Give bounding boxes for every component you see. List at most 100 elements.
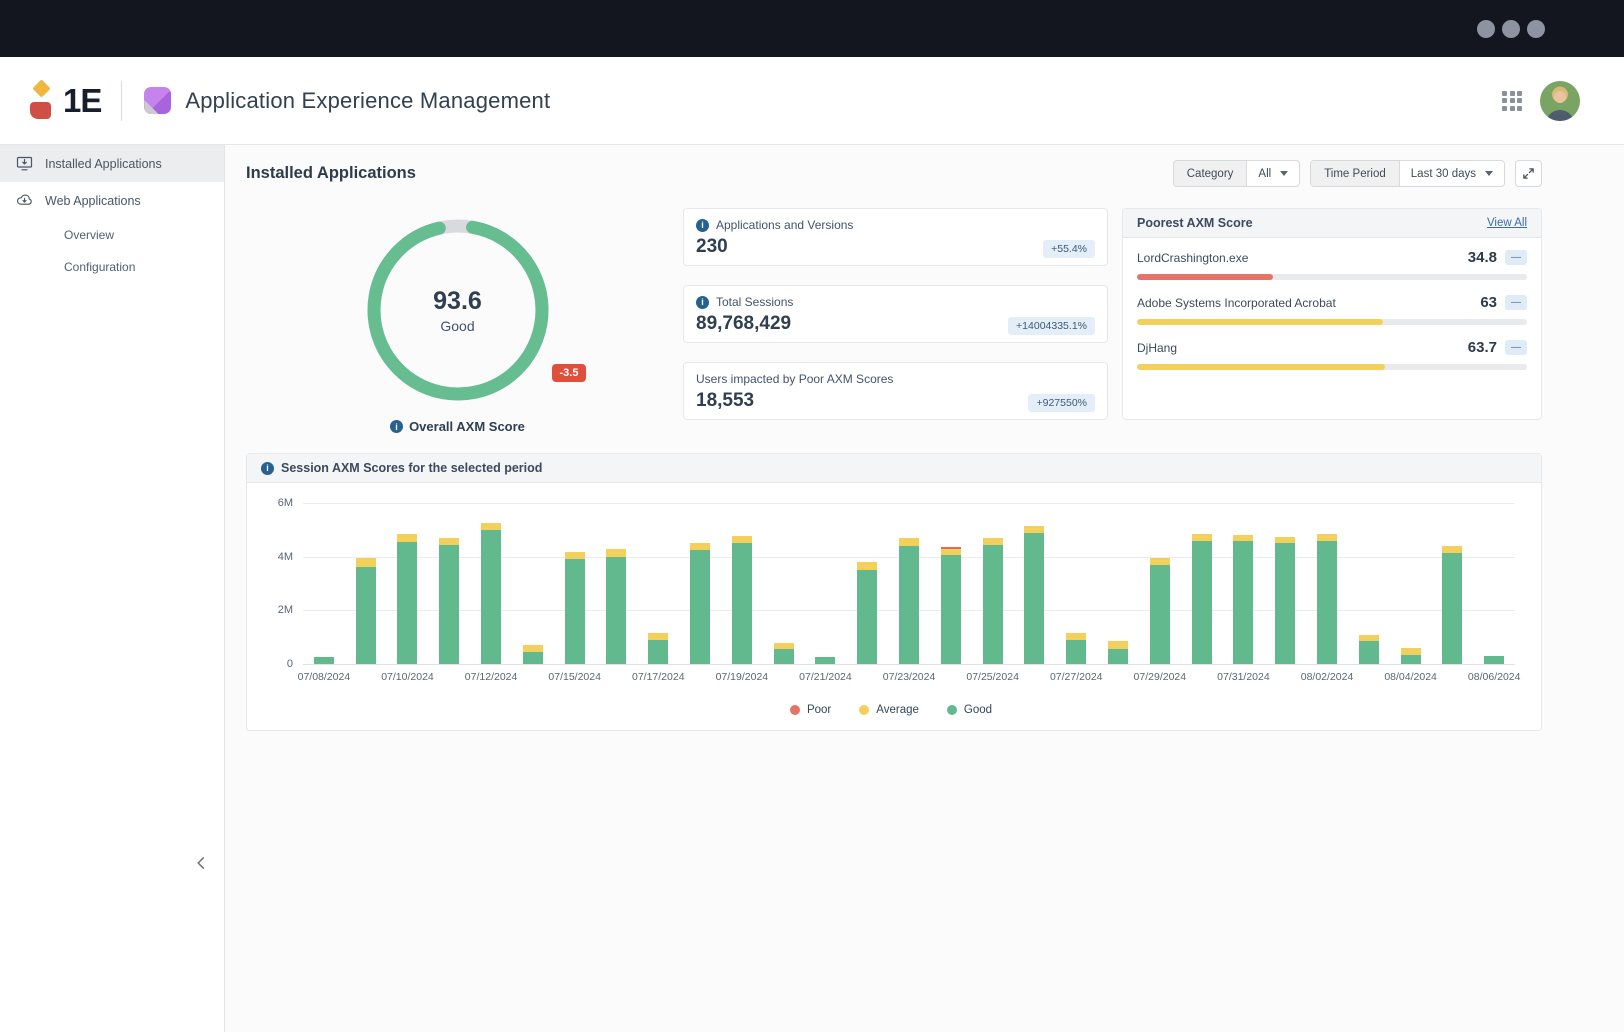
session-stacked-bar[interactable] — [1401, 648, 1421, 664]
axm-progress-fill — [1137, 274, 1273, 280]
legend-item-average[interactable]: Average — [859, 704, 919, 716]
x-axis-label: 07/17/2024 — [632, 671, 685, 683]
sidebar-collapse-button[interactable] — [192, 854, 210, 872]
bar-segment-good — [1192, 541, 1212, 664]
session-stacked-bar[interactable] — [857, 562, 877, 664]
axm-score: 63 — [1480, 294, 1497, 311]
1e-logo[interactable]: 1E — [30, 79, 101, 123]
info-icon[interactable]: i — [696, 296, 709, 309]
axm-app-name: LordCrashington.exe — [1137, 251, 1248, 265]
legend-item-poor[interactable]: Poor — [790, 704, 831, 716]
window-topbar — [0, 0, 1624, 57]
chart-bar-slot — [345, 503, 387, 664]
axm-row: LordCrashington.exe 34.8 — — [1123, 238, 1541, 283]
session-stacked-bar[interactable] — [606, 549, 626, 664]
session-stacked-bar[interactable] — [481, 523, 501, 664]
x-axis-label: 07/23/2024 — [883, 671, 936, 683]
session-stacked-bar[interactable] — [648, 633, 668, 664]
session-stacked-bar[interactable] — [732, 536, 752, 664]
bar-segment-average — [356, 558, 376, 567]
stat-delta-badge: +927550% — [1028, 394, 1095, 412]
stat-value: 89,768,429 — [696, 313, 791, 335]
view-all-link[interactable]: View All — [1487, 217, 1527, 229]
bar-segment-good — [732, 543, 752, 664]
bar-segment-good — [857, 570, 877, 664]
user-avatar[interactable] — [1540, 81, 1580, 121]
session-stacked-bar[interactable] — [1108, 641, 1128, 664]
stat-card-users-impacted: Users impacted by Poor AXM Scores 18,553… — [683, 362, 1108, 420]
bar-segment-average — [565, 552, 585, 559]
legend-item-good[interactable]: Good — [947, 704, 992, 716]
bar-segment-good — [941, 555, 961, 664]
session-axm-chart-card: i Session AXM Scores for the selected pe… — [246, 453, 1542, 731]
bar-segment-good — [690, 550, 710, 664]
session-stacked-bar[interactable] — [523, 645, 543, 664]
axm-app-icon — [144, 87, 171, 114]
sidebar-item-web-applications[interactable]: Web Applications — [0, 182, 224, 219]
x-axis-label: 08/04/2024 — [1384, 671, 1437, 683]
brand-area: 1E Application Experience Management — [30, 79, 550, 123]
session-stacked-bar[interactable] — [815, 657, 835, 665]
category-filter[interactable]: Category All — [1173, 160, 1300, 187]
session-stacked-bar[interactable] — [1024, 526, 1044, 664]
session-stacked-bar[interactable] — [565, 552, 585, 664]
sidebar-subitem-configuration[interactable]: Configuration — [0, 251, 224, 283]
x-axis-label: 07/19/2024 — [716, 671, 769, 683]
session-stacked-bar[interactable] — [314, 657, 334, 664]
session-stacked-bar[interactable] — [1275, 537, 1295, 664]
bar-segment-good — [1317, 541, 1337, 664]
session-stacked-bar[interactable] — [397, 534, 417, 664]
session-stacked-bar[interactable] — [1359, 635, 1379, 664]
monitor-download-icon — [16, 155, 33, 172]
bar-segment-average — [983, 538, 1003, 545]
session-stacked-bar[interactable] — [1150, 558, 1170, 664]
axm-row: Adobe Systems Incorporated Acrobat 63 — — [1123, 283, 1541, 328]
session-stacked-bar[interactable] — [1317, 534, 1337, 664]
bar-segment-average — [1024, 526, 1044, 533]
cloud-download-icon — [16, 192, 33, 209]
axm-row: DjHang 63.7 — — [1123, 328, 1541, 373]
chart-bar-slot: 08/02/2024 — [1306, 503, 1348, 664]
session-stacked-bar[interactable] — [1484, 656, 1504, 664]
chart-bar-slot — [763, 503, 805, 664]
legend-label: Poor — [807, 704, 831, 716]
chart-legend: Poor Average Good — [267, 704, 1515, 716]
session-stacked-bar[interactable] — [983, 538, 1003, 664]
time-period-filter[interactable]: Time Period Last 30 days — [1310, 160, 1505, 187]
session-stacked-bar[interactable] — [356, 558, 376, 664]
info-icon[interactable]: i — [390, 420, 403, 433]
window-dot-icon[interactable] — [1477, 20, 1495, 38]
sidebar-subitem-overview[interactable]: Overview — [0, 219, 224, 251]
chart-bar-slot: 07/19/2024 — [721, 503, 763, 664]
chart-bar-slot: 07/10/2024 — [387, 503, 429, 664]
session-stacked-bar[interactable] — [1233, 535, 1253, 664]
session-stacked-bar[interactable] — [690, 543, 710, 665]
logo-square-shape — [30, 102, 51, 119]
legend-dot-icon — [790, 705, 800, 715]
window-dot-icon[interactable] — [1502, 20, 1520, 38]
time-period-filter-value: Last 30 days — [1411, 168, 1476, 180]
apps-grid-icon[interactable] — [1502, 91, 1522, 111]
session-stacked-bar[interactable] — [941, 547, 961, 664]
fullscreen-button[interactable] — [1515, 160, 1542, 187]
session-stacked-bar[interactable] — [774, 643, 794, 664]
info-icon[interactable]: i — [261, 462, 274, 475]
header-actions — [1502, 81, 1580, 121]
session-stacked-bar[interactable] — [1066, 633, 1086, 664]
session-stacked-bar[interactable] — [439, 538, 459, 664]
session-stacked-bar[interactable] — [1442, 546, 1462, 664]
chart-bar-slot: 07/25/2024 — [972, 503, 1014, 664]
bar-segment-average — [606, 549, 626, 557]
session-stacked-bar[interactable] — [1192, 534, 1212, 664]
bar-segment-good — [1484, 656, 1504, 664]
chart-bar-slot — [1181, 503, 1223, 664]
bar-segment-good — [1024, 533, 1044, 665]
window-dot-icon[interactable] — [1527, 20, 1545, 38]
x-axis-label: 08/02/2024 — [1301, 671, 1354, 683]
sidebar-item-installed-applications[interactable]: Installed Applications — [0, 145, 224, 182]
session-stacked-bar[interactable] — [899, 538, 919, 664]
chevron-down-icon — [1485, 171, 1493, 176]
bar-segment-average — [481, 523, 501, 530]
overall-score-label: Overall AXM Score — [409, 419, 525, 434]
info-icon[interactable]: i — [696, 219, 709, 232]
